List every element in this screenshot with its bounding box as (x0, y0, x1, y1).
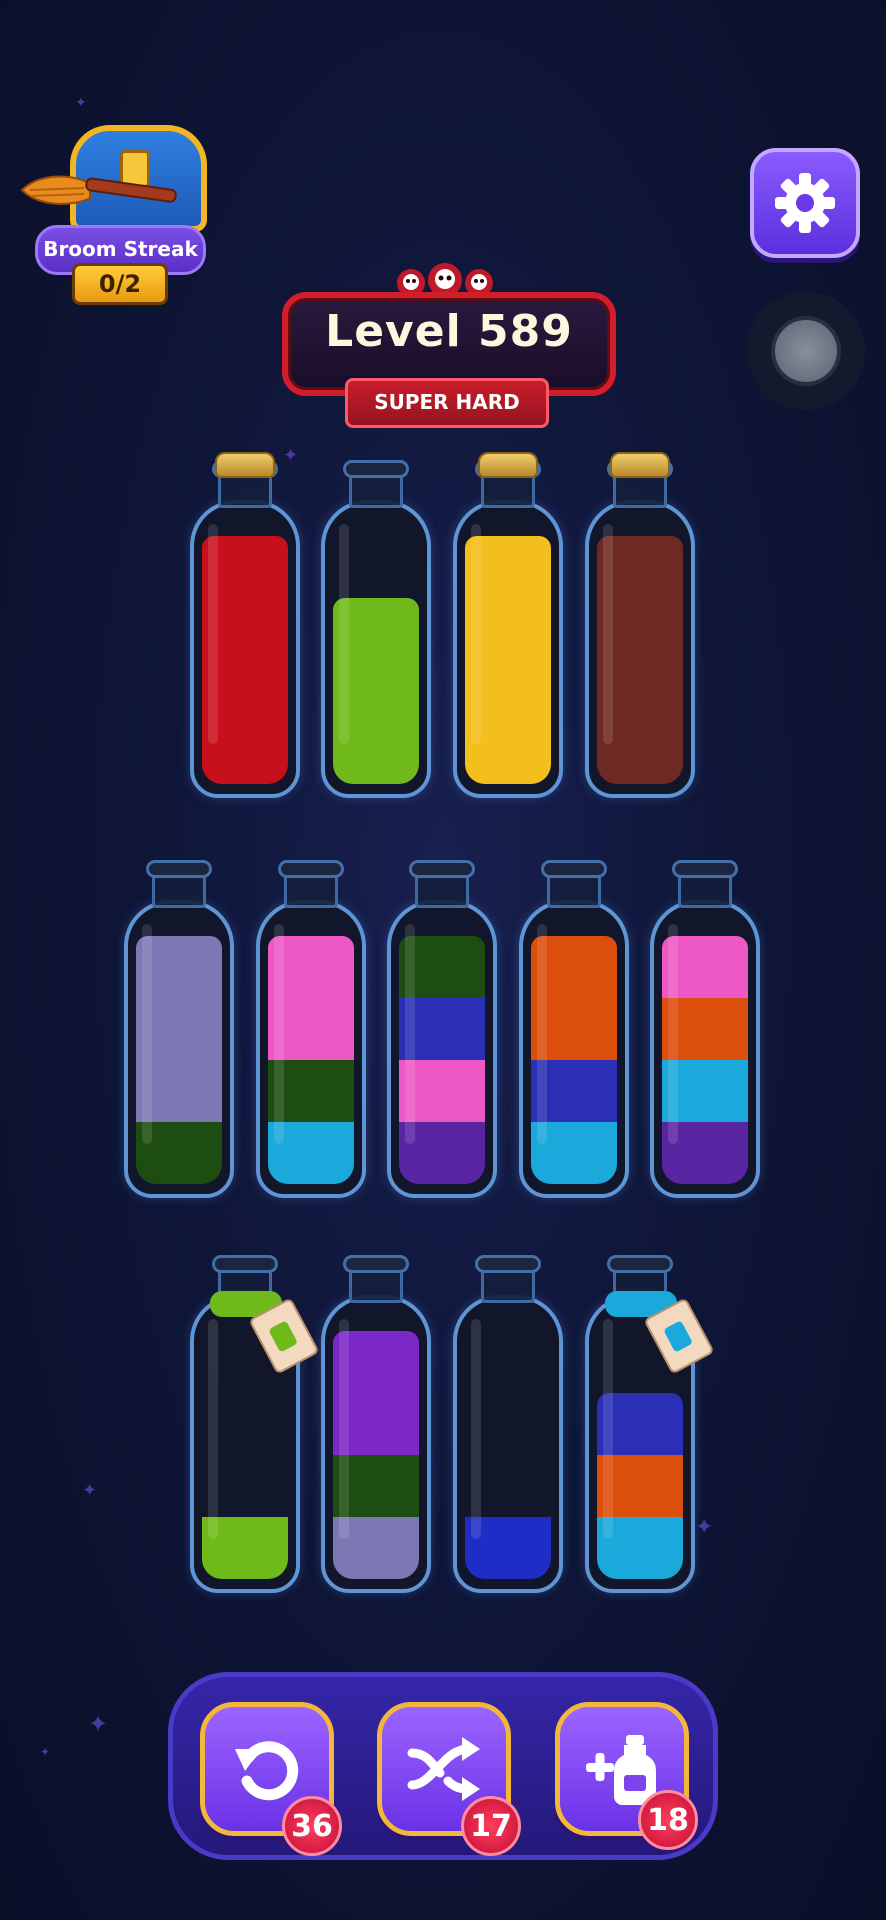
bottle-rim (212, 1255, 278, 1273)
star-decoration: ✦ (88, 1710, 109, 1738)
settings-button[interactable] (750, 148, 860, 258)
bottle-rim (278, 860, 344, 878)
bottle-glass (453, 500, 563, 798)
star-decoration: ✦ (695, 1515, 714, 1540)
star-decoration: ✦ (40, 1745, 51, 1759)
tag-jar-icon (663, 1320, 694, 1353)
bottle[interactable] (256, 860, 366, 1200)
bottle-glass (321, 500, 431, 798)
bottle[interactable] (453, 452, 563, 800)
star-decoration: ✦ (75, 95, 87, 111)
gear-icon (775, 173, 835, 233)
bottle-glass (190, 500, 300, 798)
glass-shine (471, 1319, 481, 1539)
bottle[interactable] (585, 1255, 715, 1595)
bottle[interactable] (190, 452, 300, 800)
bottle-rim (343, 1255, 409, 1273)
shuffle-count-badge: 17 (461, 1796, 521, 1856)
glass-shine (471, 524, 481, 744)
bottle-glass (256, 900, 366, 1198)
bottle[interactable] (387, 860, 497, 1200)
bottle[interactable] (321, 460, 431, 800)
cork-icon (478, 452, 538, 478)
bottle-rim (607, 1255, 673, 1273)
bottle-glass (650, 900, 760, 1198)
bottle[interactable] (190, 1255, 320, 1595)
glass-shine (668, 924, 678, 1144)
bottle-rim (475, 1255, 541, 1273)
bottle-glass (453, 1295, 563, 1593)
streak-count: 0/2 (72, 263, 168, 305)
bottle-glass (519, 900, 629, 1198)
cork-icon (215, 452, 275, 478)
star-decoration: ✦ (82, 1480, 98, 1501)
bottle-rim (343, 460, 409, 478)
glass-shine (339, 1319, 349, 1539)
bottle[interactable] (585, 452, 695, 800)
undo-icon (235, 1741, 299, 1801)
glass-shine (208, 524, 218, 744)
undo-count-badge: 36 (282, 1796, 342, 1856)
bottle[interactable] (453, 1255, 563, 1595)
toggle-button[interactable] (747, 292, 865, 410)
glass-shine (603, 524, 613, 744)
broom-streak-widget[interactable]: Broom Streak 0/2 (20, 115, 210, 305)
add-bottle-count-badge: 18 (638, 1790, 698, 1850)
glass-shine (537, 924, 547, 1144)
glass-shine (603, 1319, 613, 1539)
glass-shine (208, 1319, 218, 1539)
bottle-glass (124, 900, 234, 1198)
tag-jar-icon (268, 1320, 299, 1353)
bottle-rim (541, 860, 607, 878)
bottle[interactable] (321, 1255, 431, 1595)
bottle-rim (409, 860, 475, 878)
shuffle-icon (407, 1737, 480, 1801)
glass-shine (274, 924, 284, 1144)
bottle-glass (585, 500, 695, 798)
glass-shine (405, 924, 415, 1144)
glass-shine (339, 524, 349, 744)
toggle-knob (771, 316, 841, 386)
bottle-glass (321, 1295, 431, 1593)
bottle-glass (387, 900, 497, 1198)
bottle-rim (146, 860, 212, 878)
bottle[interactable] (519, 860, 629, 1200)
cork-icon (610, 452, 670, 478)
bottle-rim (672, 860, 738, 878)
broom-icon (20, 175, 177, 205)
glass-shine (142, 924, 152, 1144)
bottle[interactable] (124, 860, 234, 1200)
level-title: Level 589 (325, 306, 573, 357)
difficulty-badge: SUPER HARD (345, 378, 549, 428)
bottle[interactable] (650, 860, 760, 1200)
